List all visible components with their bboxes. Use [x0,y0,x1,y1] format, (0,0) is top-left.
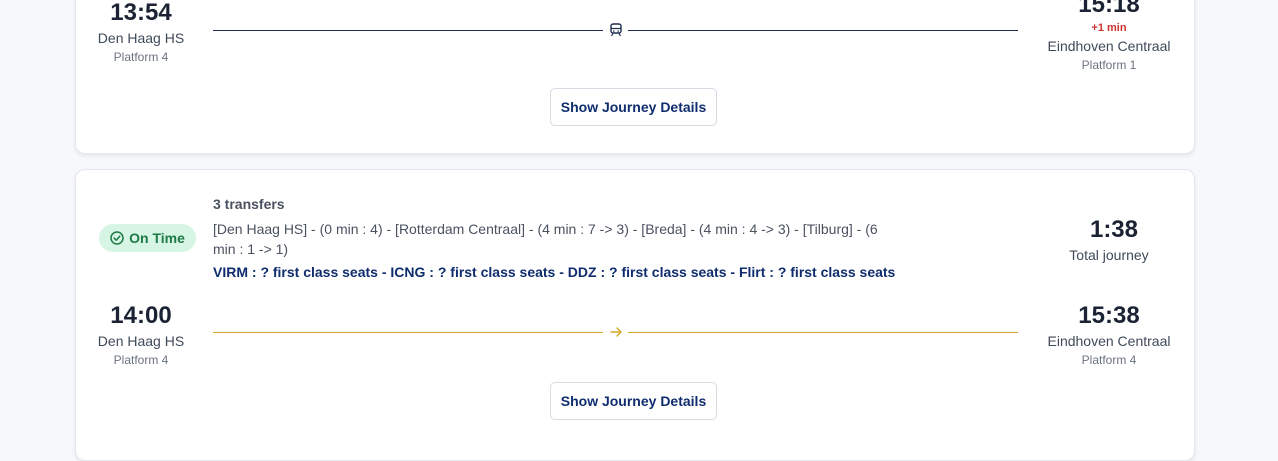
status-label: On Time [129,230,185,246]
journey-line-left [213,332,603,333]
departure-station: Den Haag HS [97,333,185,349]
arrival-station: Eindhoven Centraal [1047,38,1171,54]
show-journey-details-button[interactable]: Show Journey Details [550,382,717,420]
seat-info: VIRM : ? first class seats - ICNG : ? fi… [213,264,896,280]
journey-line-right [628,332,1018,333]
journey-card-1: 13:54 Den Haag HS Platform 4 15:18 +1 mi… [75,0,1195,154]
transfers-count: 3 transfers [213,196,285,212]
arrival-platform: Platform 1 [1081,58,1137,72]
train-icon [610,23,622,37]
journey-card-2: On Time 3 transfers [Den Haag HS] - (0 m… [75,169,1195,461]
departure-platform: Platform 4 [113,50,169,64]
journey-line-left [213,30,603,31]
departure-time: 14:00 [110,302,172,329]
total-duration: 1:38 [1089,216,1139,243]
departure-time: 13:54 [110,0,172,26]
arrow-right-icon [610,327,622,337]
arrival-station: Eindhoven Centraal [1047,333,1171,349]
status-badge: On Time [99,224,196,252]
check-circle-icon [110,231,124,245]
total-duration-label: Total journey [1069,247,1149,263]
departure-station: Den Haag HS [97,30,185,46]
arrival-platform: Platform 4 [1081,353,1137,367]
departure-platform: Platform 4 [113,353,169,367]
route-description: [Den Haag HS] - (0 min : 4) - [Rotterdam… [213,221,878,257]
journey-line-right [628,30,1018,31]
arrival-time: 15:18 [1078,0,1140,18]
arrival-delay: +1 min [1091,22,1127,34]
arrival-time: 15:38 [1078,302,1140,329]
show-journey-details-button[interactable]: Show Journey Details [550,88,717,126]
